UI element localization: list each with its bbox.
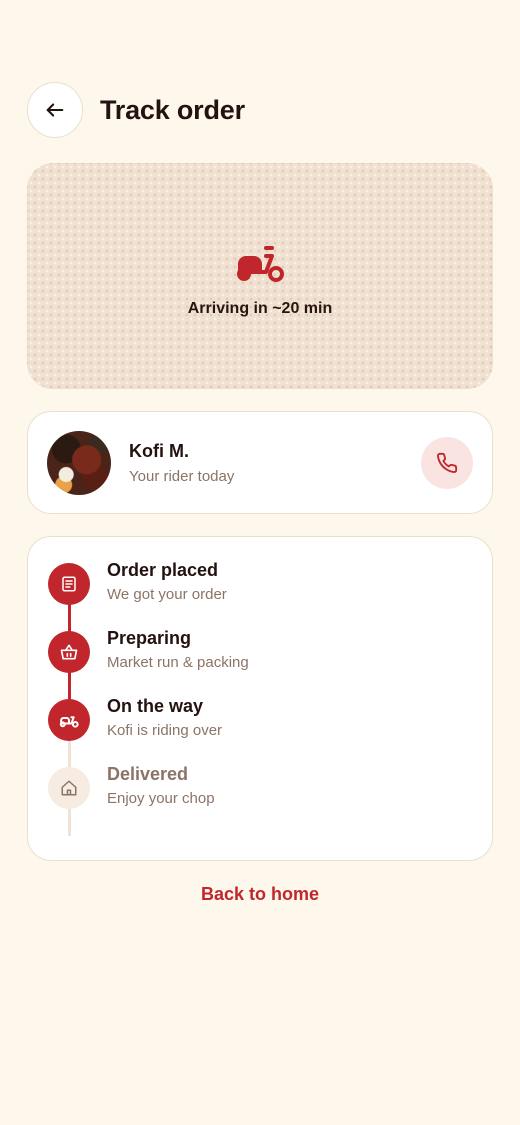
step-dot [48,631,90,673]
back-to-home-link[interactable]: Back to home [0,884,520,905]
page-title: Track order [100,94,245,125]
arrow-left-icon [46,103,64,117]
rider-name: Kofi M. [129,440,189,461]
step-title: Order placed [107,560,219,580]
step-title: Preparing [107,628,192,648]
rider-subtitle: Your rider today [129,467,235,485]
scooter-icon [237,246,284,282]
back-button[interactable] [27,82,83,138]
step-title: Delivered [107,764,189,784]
timeline-step-on-the-way: On the way Kofi is riding over [48,696,223,741]
timeline-step-delivered: Delivered Enjoy your chop [48,764,215,809]
timeline-step-order-placed: Order placed We got your order [48,560,227,605]
receipt-icon [62,576,76,592]
step-subtitle: Market run & packing [107,654,249,671]
step-title: On the way [107,696,204,716]
step-dot [48,767,90,809]
arrival-eta: Arriving in ~20 min [187,300,333,317]
call-rider-button[interactable] [421,436,473,489]
rider-card: Kofi M. Your rider today [27,411,493,514]
step-subtitle: Enjoy your chop [107,790,215,807]
step-subtitle: Kofi is riding over [107,722,223,739]
step-dot [48,699,90,741]
basket-icon [60,644,78,660]
step-dot [48,563,90,605]
scooter-icon [59,716,79,728]
order-timeline: Order placed We got your order Preparing… [27,536,493,861]
header: Track order [27,82,245,138]
timeline-step-preparing: Preparing Market run & packing [48,628,249,673]
map-view: Arriving in ~20 min [27,163,493,389]
rider-info: Kofi M. Your rider today [129,441,421,485]
phone-icon [437,452,458,473]
step-subtitle: We got your order [107,586,227,603]
rider-avatar [47,430,111,495]
track-order-screen: Track order Arriving in ~20 min Kofi M. … [0,0,520,1125]
home-icon [61,780,77,796]
